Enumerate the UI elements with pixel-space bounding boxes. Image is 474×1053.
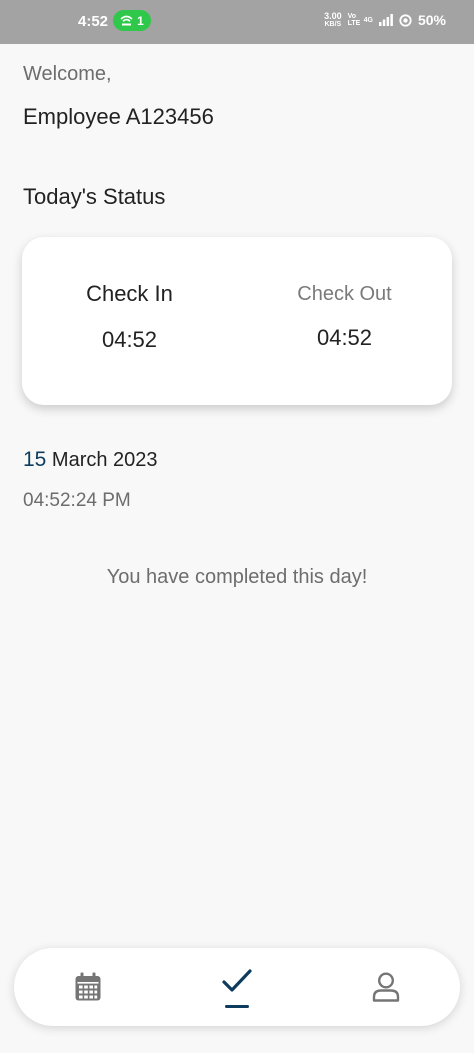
status-right-group: 3.00 KB/S Vo LTE 4G 50%	[324, 11, 446, 29]
status-time: 4:52	[78, 13, 109, 30]
battery-percent: 50%	[417, 12, 446, 28]
check-in-label: Check In	[86, 281, 173, 306]
current-time: 04:52:24 PM	[23, 490, 131, 511]
bottom-nav	[14, 948, 460, 1026]
net-speed-value: 3.00	[324, 11, 342, 21]
network-type: 4G	[363, 16, 373, 24]
check-out-label: Check Out	[297, 283, 392, 305]
hotspot-count: 1	[137, 13, 144, 28]
check-icon	[222, 969, 252, 992]
signal-icon	[378, 14, 393, 26]
date-month-year: March 2023	[51, 449, 158, 471]
status-bar: 4:52 1 3.00 KB/S Vo LTE 4G 50%	[0, 0, 474, 44]
date-day: 15	[23, 448, 47, 471]
nav-calendar-button[interactable]	[58, 948, 118, 1026]
battery-saver-icon	[399, 13, 412, 27]
nav-profile-button[interactable]	[356, 948, 416, 1026]
current-date: 15 March 2023	[23, 448, 158, 472]
check-in-time: 04:52	[101, 327, 158, 352]
check-out-time: 04:52	[316, 325, 373, 350]
hotspot-icon	[120, 15, 133, 26]
completion-message: You have completed this day!	[106, 566, 368, 588]
volte-label: Vo LTE	[347, 13, 361, 27]
welcome-text: Welcome,	[23, 63, 112, 85]
user-icon	[372, 972, 400, 1002]
section-title: Today's Status	[23, 184, 166, 209]
active-tab-indicator	[225, 1005, 249, 1008]
status-card: Check In 04:52 Check Out 04:52	[22, 237, 452, 405]
hotspot-badge[interactable]: 1	[113, 10, 151, 31]
net-speed: 3.00 KB/S	[324, 11, 342, 29]
net-speed-unit: KB/S	[324, 21, 342, 28]
nav-check-button[interactable]	[207, 948, 267, 1026]
employee-name: Employee A123456	[23, 104, 214, 129]
calendar-icon	[75, 972, 101, 1001]
